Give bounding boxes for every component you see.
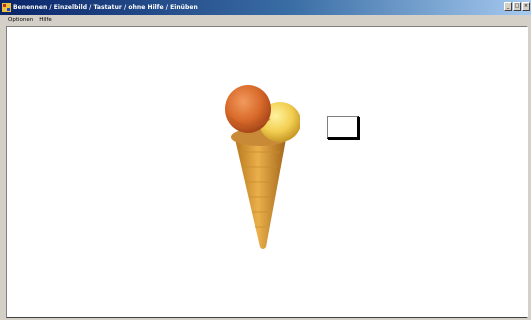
menu-optionen[interactable]: Optionen — [0, 17, 36, 23]
window-title: Benennen / Einzelbild / Tastatur / ohne … — [13, 4, 198, 11]
menu-hilfe[interactable]: Hilfe — [36, 17, 55, 23]
maximize-icon: □ — [514, 3, 520, 9]
close-button[interactable]: × — [522, 2, 530, 11]
app-icon[interactable] — [2, 3, 11, 12]
maximize-button[interactable]: □ — [513, 2, 521, 11]
minimize-button[interactable]: _ — [504, 2, 512, 11]
ice-cream-picture — [225, 85, 300, 249]
close-icon: × — [523, 3, 529, 9]
answer-input[interactable] — [327, 116, 359, 139]
title-bar[interactable]: Benennen / Einzelbild / Tastatur / ohne … — [0, 0, 531, 15]
minimize-icon: _ — [506, 3, 510, 9]
menu-bar: Optionen Hilfe — [0, 15, 531, 25]
